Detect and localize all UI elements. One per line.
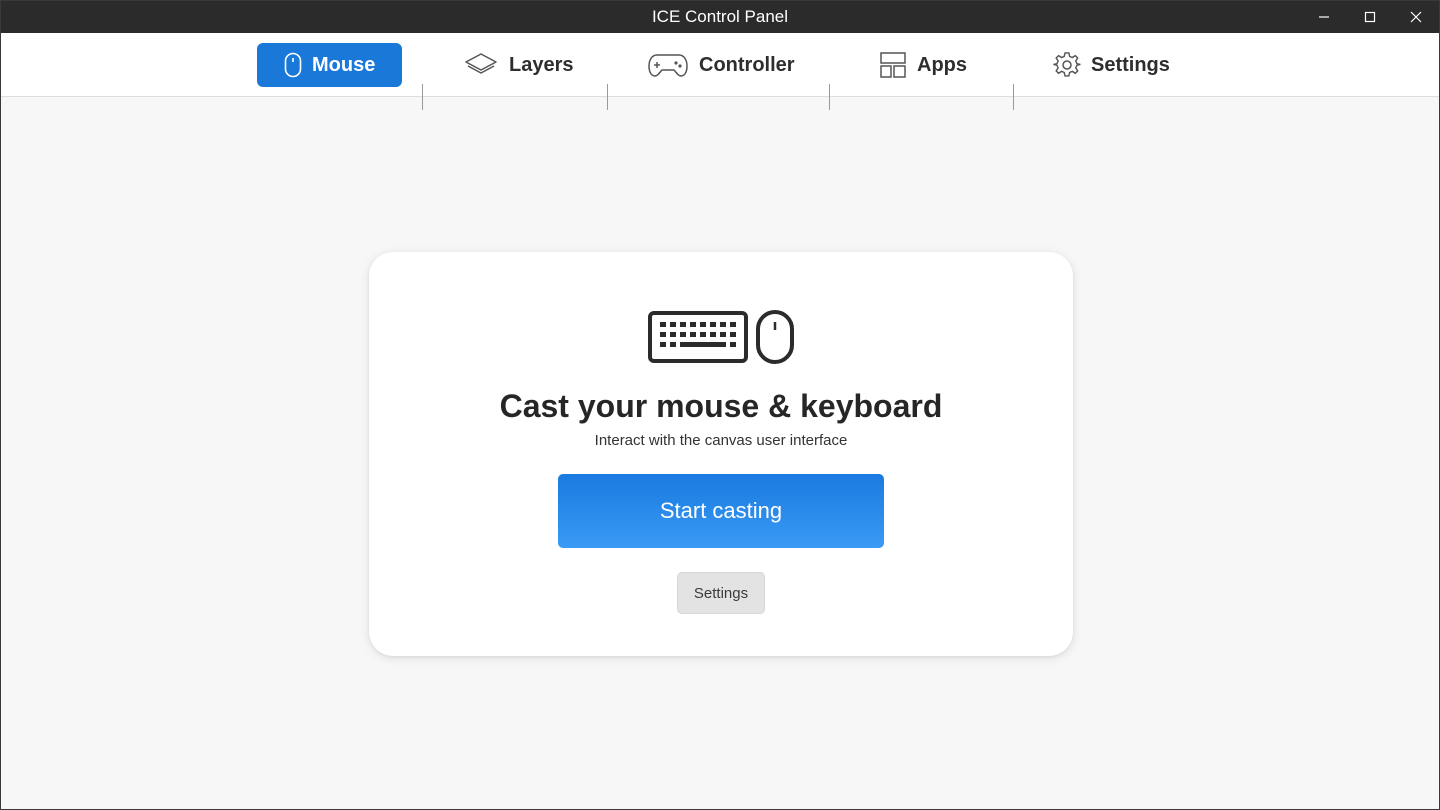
tab-apps[interactable]: Apps (873, 43, 983, 87)
keyboard-icon (648, 311, 748, 363)
layers-icon (463, 51, 499, 79)
card-subtitle: Interact with the canvas user interface (594, 432, 848, 449)
tab-divider (607, 84, 608, 110)
start-casting-button[interactable]: Start casting (558, 474, 884, 548)
tab-mouse[interactable]: Mouse (257, 43, 402, 87)
mouse-icon (756, 310, 794, 364)
window-title: ICE Control Panel (651, 7, 789, 26)
gear-icon (1053, 51, 1081, 79)
close-button[interactable] (1393, 1, 1439, 33)
maximize-button[interactable] (1347, 1, 1393, 33)
tab-label: Apps (917, 53, 967, 76)
settings-button[interactable]: Settings (677, 572, 765, 614)
minimize-button[interactable] (1301, 1, 1347, 33)
tab-bar: Mouse Layers Controller Apps Settings (1, 33, 1439, 110)
tab-divider (422, 84, 423, 110)
hero-icons (647, 308, 797, 366)
tab-divider (829, 84, 830, 110)
close-icon (1410, 11, 1422, 23)
tab-label: Mouse (312, 53, 376, 76)
tab-layers[interactable]: Layers (457, 43, 587, 87)
apps-grid-icon (879, 51, 907, 79)
tab-label: Controller (699, 53, 795, 76)
tab-controller[interactable]: Controller (641, 43, 811, 87)
app-window: ICE Control Panel Mouse Layers Controlle… (0, 0, 1440, 810)
tab-settings[interactable]: Settings (1047, 43, 1187, 87)
mouse-icon (284, 52, 302, 78)
gamepad-icon (647, 51, 689, 79)
cast-card: Cast your mouse & keyboard Interact with… (369, 252, 1073, 656)
minimize-icon (1319, 16, 1329, 18)
tab-label: Layers (509, 53, 574, 76)
maximize-icon (1364, 11, 1376, 23)
title-bar[interactable]: ICE Control Panel (1, 1, 1439, 33)
tab-label: Settings (1091, 53, 1170, 76)
card-heading: Cast your mouse & keyboard (499, 388, 943, 424)
tab-divider (1013, 84, 1014, 110)
